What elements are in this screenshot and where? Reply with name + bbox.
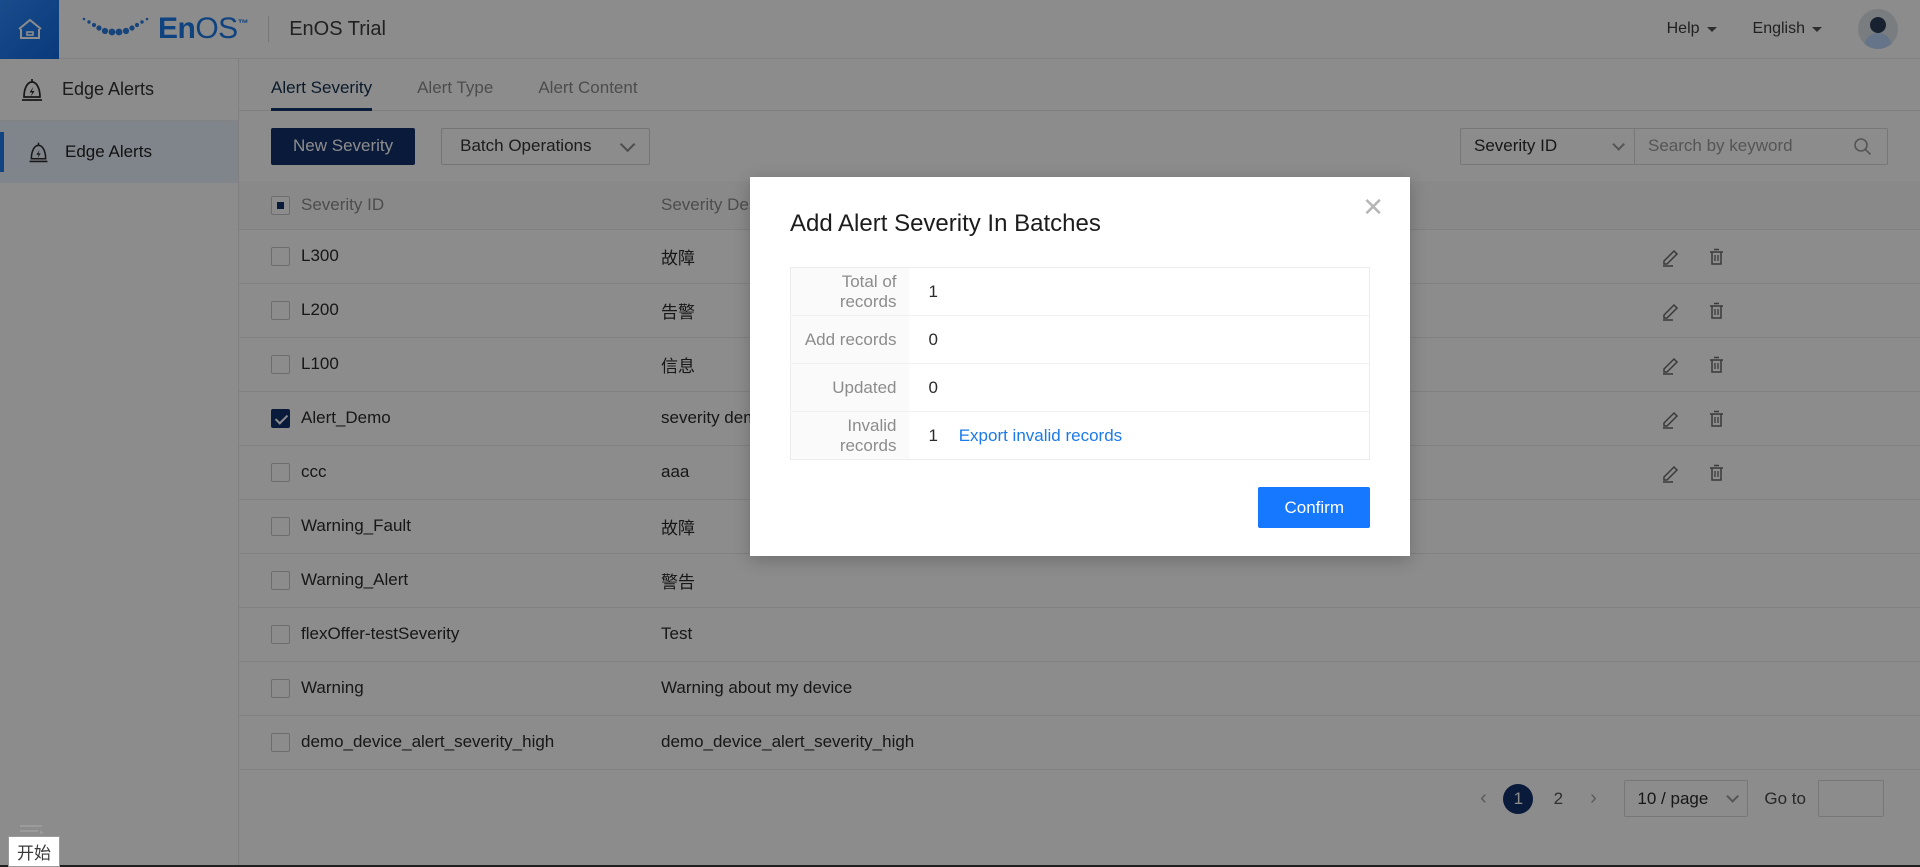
close-icon[interactable]: ✕	[1362, 194, 1384, 220]
add-alert-severity-modal: ✕ Add Alert Severity In Batches Total of…	[750, 177, 1410, 556]
summary-row-add: Add records 0	[790, 315, 1370, 364]
summary-row-total: Total of records 1	[790, 267, 1370, 316]
start-button[interactable]: 开始	[8, 836, 60, 867]
value-total-of-records: 1	[908, 267, 1370, 316]
summary-row-updated: Updated 0	[790, 363, 1370, 412]
value-invalid-records-cell: 1 Export invalid records	[909, 412, 1370, 460]
export-invalid-records-link[interactable]: Export invalid records	[959, 426, 1122, 445]
value-updated: 0	[908, 363, 1370, 412]
start-menu-icon	[20, 825, 44, 834]
result-summary-table: Total of records 1 Add records 0 Updated…	[790, 267, 1370, 460]
summary-row-invalid: Invalid records 1 Export invalid records	[790, 411, 1370, 460]
value-add-records: 0	[908, 315, 1370, 364]
modal-body: Total of records 1 Add records 0 Updated…	[750, 238, 1410, 460]
label-total-of-records: Total of records	[790, 267, 909, 316]
label-add-records: Add records	[790, 315, 909, 364]
modal-footer: Confirm	[750, 460, 1410, 556]
value-invalid-records: 1	[928, 425, 938, 445]
modal-title: Add Alert Severity In Batches	[790, 210, 1101, 237]
label-updated: Updated	[790, 363, 909, 412]
app-root: EnOS™ EnOS Trial Help English Edge Alert…	[0, 0, 1920, 867]
label-invalid-records: Invalid records	[790, 411, 909, 460]
confirm-button[interactable]: Confirm	[1258, 487, 1370, 528]
